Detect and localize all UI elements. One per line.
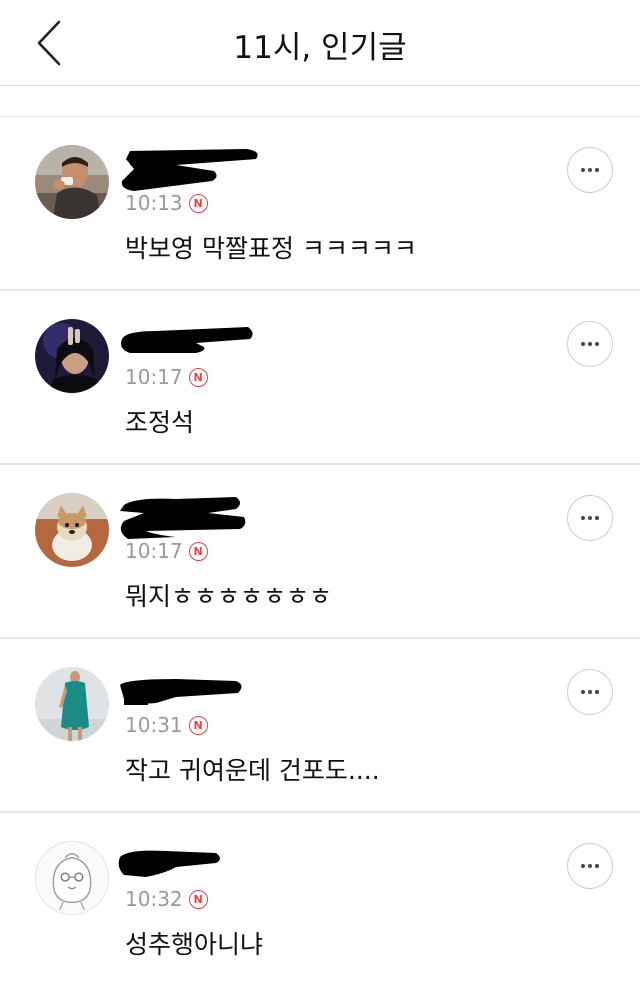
comment-time: 10:13: [125, 191, 183, 215]
comment-text: 성추행아니냐: [125, 930, 264, 959]
woman-green-dress-photo-image: [35, 667, 109, 741]
more-options-button[interactable]: [567, 669, 613, 715]
more-dots-icon: [581, 342, 599, 346]
concert-singer-photo-image: [35, 319, 109, 393]
redacted-username: [118, 850, 220, 877]
new-badge: N: [188, 889, 208, 909]
more-options-button[interactable]: [567, 147, 613, 193]
comment-text: 뭐지ㅎㅎㅎㅎㅎㅎㅎ: [125, 582, 333, 611]
comment-item: 10:17 N 뭐지ㅎㅎㅎㅎㅎㅎㅎ: [0, 465, 640, 639]
comment-meta: 10:31 N: [125, 713, 208, 737]
redacted-username: [120, 679, 242, 705]
comment-time: 10:31: [125, 713, 183, 737]
avatar[interactable]: [35, 667, 109, 741]
more-dots-icon: [581, 864, 599, 868]
comment-time: 10:32: [125, 887, 183, 911]
redacted-username: [120, 497, 246, 539]
comment-meta: 10:32 N: [125, 887, 208, 911]
avatar[interactable]: [35, 145, 109, 219]
comment-time: 10:17: [125, 365, 183, 389]
comment-item: 10:17 N 조정석: [0, 291, 640, 465]
comment-meta: 10:13 N: [125, 191, 208, 215]
comment-item: 10:13 N 박보영 막짤표정 ㅋㅋㅋㅋㅋ: [0, 117, 640, 291]
page-title: 11시, 인기글: [233, 30, 407, 66]
default-character-avatar-image: [36, 842, 108, 914]
more-dots-icon: [581, 516, 599, 520]
comment-meta: 10:17 N: [125, 539, 208, 563]
comment-meta: 10:17 N: [125, 365, 208, 389]
comment-text: 작고 귀여운데 건포도....: [125, 756, 380, 785]
more-dots-icon: [581, 168, 599, 172]
man-eating-photo-image: [35, 145, 109, 219]
avatar[interactable]: [35, 493, 109, 567]
comment-time: 10:17: [125, 539, 183, 563]
more-options-button[interactable]: [567, 495, 613, 541]
new-badge: N: [188, 193, 208, 213]
list-top-spacer: [0, 86, 640, 117]
avatar[interactable]: [35, 319, 109, 393]
top-bar: 11시, 인기글: [0, 0, 640, 86]
avatar[interactable]: [35, 841, 109, 915]
redacted-username: [121, 149, 258, 191]
more-dots-icon: [581, 690, 599, 694]
more-options-button[interactable]: [567, 843, 613, 889]
new-badge: N: [188, 715, 208, 735]
puppy-photo-image: [35, 493, 109, 567]
comment-item: 10:31 N 작고 귀여운데 건포도....: [0, 639, 640, 813]
new-badge: N: [188, 367, 208, 387]
comment-list: 10:13 N 박보영 막짤표정 ㅋㅋㅋㅋㅋ 10:17 N 조정석 10:17…: [0, 117, 640, 987]
redacted-username: [121, 327, 253, 353]
new-badge: N: [188, 541, 208, 561]
comment-text: 조정석: [125, 408, 195, 437]
comment-item: 10:32 N 성추행아니냐: [0, 813, 640, 987]
comment-text: 박보영 막짤표정 ㅋㅋㅋㅋㅋ: [125, 234, 417, 263]
more-options-button[interactable]: [567, 321, 613, 367]
